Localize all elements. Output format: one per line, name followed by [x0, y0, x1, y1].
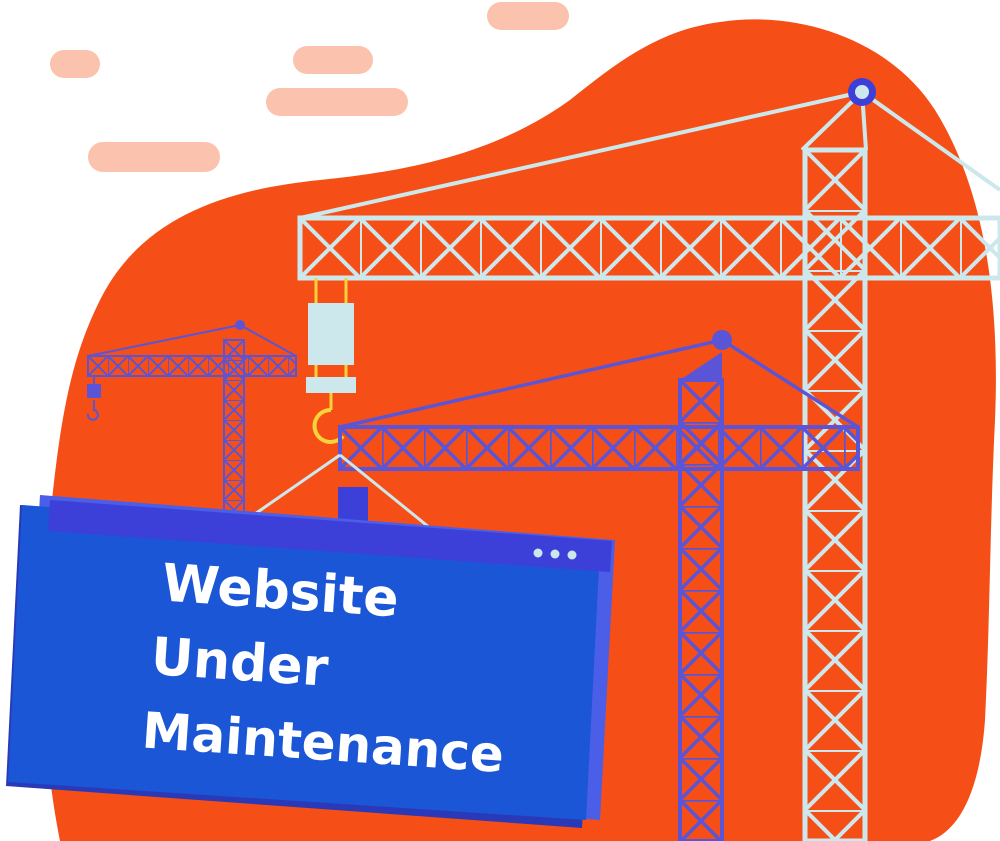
cloud: [50, 50, 100, 78]
cloud: [487, 2, 569, 30]
cloud: [293, 46, 373, 74]
cloud: [266, 88, 408, 116]
maintenance-sign: Website Under Maintenance: [6, 495, 615, 828]
cloud: [88, 142, 220, 172]
sign-line-under: Under: [149, 627, 330, 699]
maintenance-illustration: Website Under Maintenance: [6, 2, 1000, 841]
